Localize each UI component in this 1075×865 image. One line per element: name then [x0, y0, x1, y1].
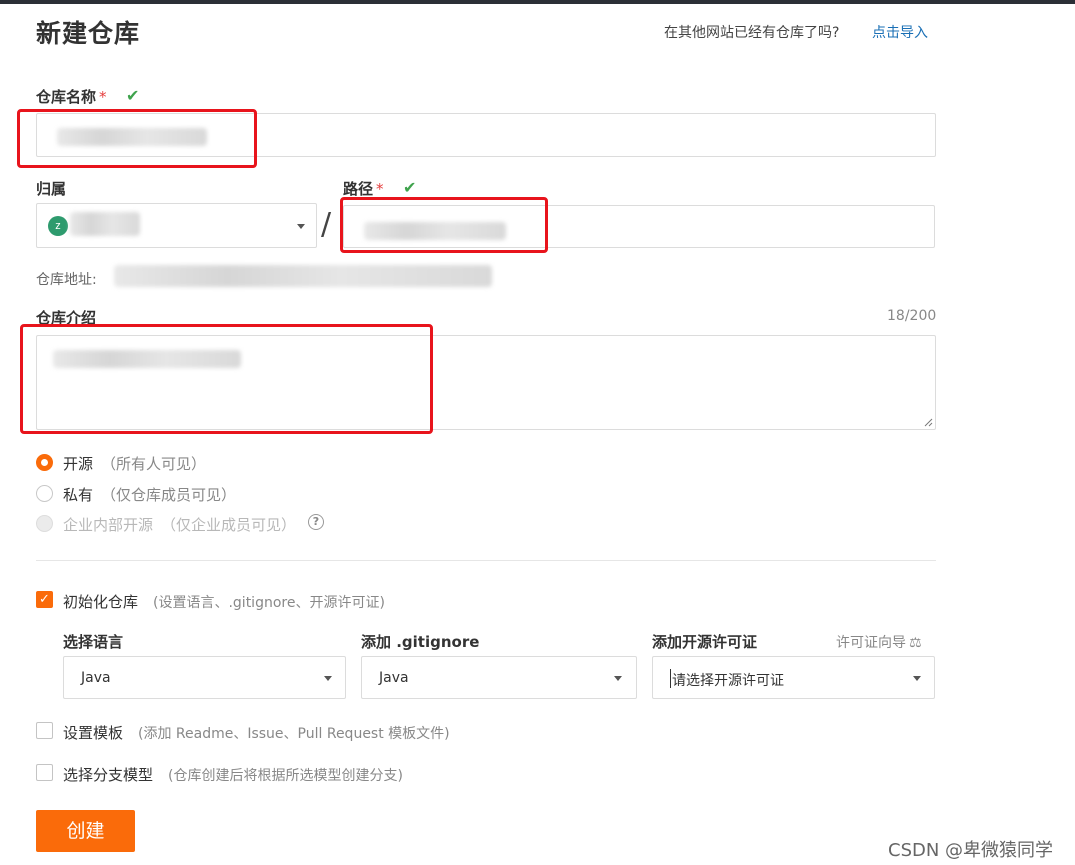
init-repo-option[interactable]: ✓ 初始化仓库 (设置语言、.gitignore、开源许可证)	[36, 591, 636, 611]
repo-address-label: 仓库地址:	[36, 272, 97, 288]
redacted-description	[53, 350, 241, 368]
repo-name-label-text: 仓库名称	[36, 88, 97, 106]
chevron-down-icon	[913, 676, 921, 681]
description-textarea[interactable]	[36, 335, 936, 430]
branch-model-label: 选择分支模型	[63, 766, 154, 784]
visibility-option-private[interactable]: 私有 （仅仓库成员可见）	[36, 484, 536, 504]
branch-model-hint: (仓库创建后将根据所选模型创建分支)	[168, 768, 403, 784]
owner-avatar: z	[48, 216, 68, 236]
required-mark: *	[376, 180, 384, 198]
init-repo-hint: (设置语言、.gitignore、开源许可证)	[153, 595, 385, 611]
gitignore-value: Java	[379, 670, 409, 686]
template-option[interactable]: 设置模板 (添加 Readme、Issue、Pull Request 模板文件)	[36, 722, 636, 742]
gitignore-select[interactable]: Java	[361, 656, 637, 699]
watermark: CSDN @卑微猿同学	[888, 840, 1054, 861]
option-label: 开源	[63, 455, 94, 473]
language-value: Java	[81, 670, 111, 686]
visibility-option-enterprise: 企业内部开源 （仅企业成员可见） ?	[36, 514, 536, 534]
chevron-down-icon	[614, 676, 622, 681]
path-label-text: 路径	[343, 180, 374, 198]
create-button[interactable]: 创建	[36, 810, 135, 852]
option-hint: （仅企业成员可见）	[161, 516, 297, 534]
license-placeholder: 请选择开源许可证	[672, 673, 784, 689]
init-repo-label: 初始化仓库	[63, 593, 139, 611]
import-link[interactable]: 点击导入	[872, 22, 928, 42]
template-label: 设置模板	[63, 724, 124, 742]
help-icon[interactable]: ?	[308, 514, 324, 530]
required-mark: *	[99, 88, 107, 106]
radio-enterprise	[36, 515, 53, 532]
redacted-path	[364, 222, 506, 240]
option-hint: （仅仓库成员可见）	[101, 486, 237, 504]
description-counter: 18/200	[887, 308, 937, 324]
top-bar	[0, 0, 1075, 4]
chevron-down-icon	[324, 676, 332, 681]
language-label: 选择语言	[63, 633, 124, 651]
path-label: 路径 *	[343, 178, 384, 199]
valid-check-icon: ✔	[126, 86, 140, 105]
valid-check-icon: ✔	[403, 178, 417, 197]
description-label: 仓库介绍	[36, 309, 97, 327]
redacted-owner-name	[70, 212, 140, 236]
resize-handle-icon[interactable]	[923, 417, 933, 427]
license-guide-link[interactable]: 许可证向导 ⚖	[836, 632, 922, 652]
template-checkbox[interactable]	[36, 722, 53, 739]
branch-model-option[interactable]: 选择分支模型 (仓库创建后将根据所选模型创建分支)	[36, 764, 636, 784]
option-label: 私有	[63, 486, 94, 504]
owner-select[interactable]: z	[36, 203, 317, 248]
init-repo-checkbox[interactable]: ✓	[36, 591, 53, 608]
owner-label: 归属	[36, 180, 67, 198]
option-hint: （所有人可见）	[101, 455, 207, 473]
language-select[interactable]: Java	[63, 656, 346, 699]
license-select[interactable]: 请选择开源许可证	[652, 656, 935, 699]
license-guide-text: 许可证向导	[836, 635, 906, 651]
repo-name-input[interactable]	[36, 113, 936, 157]
redacted-repo-address	[114, 265, 492, 287]
text-cursor	[670, 669, 671, 688]
option-label: 企业内部开源	[63, 516, 154, 534]
license-label: 添加开源许可证	[652, 633, 758, 651]
page-title: 新建仓库	[36, 19, 141, 48]
branch-model-checkbox[interactable]	[36, 764, 53, 781]
radio-public[interactable]	[36, 454, 53, 471]
redacted-repo-name	[57, 128, 207, 146]
radio-private[interactable]	[36, 485, 53, 502]
chevron-down-icon	[297, 224, 305, 229]
path-separator: /	[321, 207, 332, 242]
gitignore-label: 添加 .gitignore	[361, 633, 480, 651]
path-input[interactable]	[343, 205, 935, 248]
repo-name-label: 仓库名称 *	[36, 86, 107, 107]
scale-icon: ⚖	[909, 635, 922, 651]
section-divider	[36, 560, 936, 561]
template-hint: (添加 Readme、Issue、Pull Request 模板文件)	[138, 726, 450, 742]
visibility-option-public[interactable]: 开源 （所有人可见）	[36, 453, 536, 473]
